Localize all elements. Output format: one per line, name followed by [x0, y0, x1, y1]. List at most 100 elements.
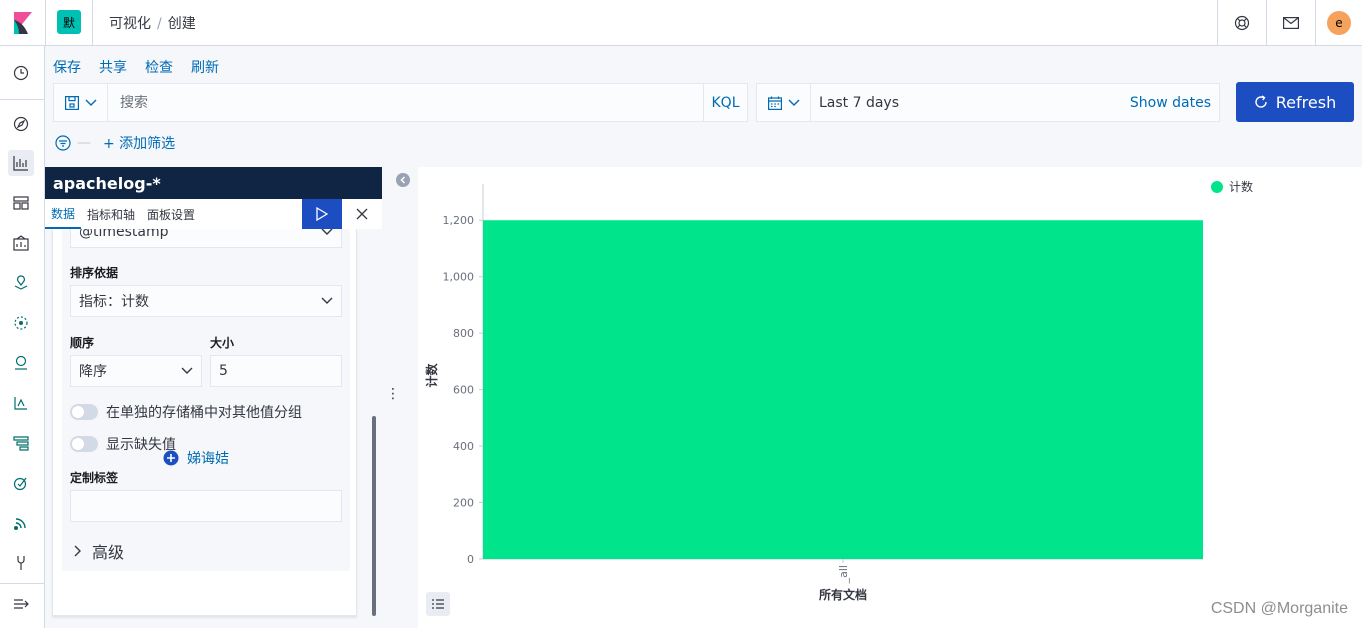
breadcrumb: 可视化 / 创建 [109, 13, 196, 33]
breadcrumb-create: 创建 [167, 16, 196, 32]
chevron-down-icon [321, 297, 333, 304]
space-avatar[interactable]: 默 [57, 10, 81, 34]
kibana-logo-icon [13, 12, 32, 34]
discard-button[interactable] [342, 199, 382, 229]
apply-changes-button[interactable] [302, 199, 342, 229]
collapse-nav-icon[interactable] [8, 591, 34, 617]
user-menu-button[interactable]: e [1315, 0, 1362, 46]
nav-divider [0, 99, 45, 100]
y-tick-label: 1,000 [443, 271, 475, 284]
kibana-logo[interactable] [0, 0, 46, 46]
recent-icon[interactable] [8, 60, 34, 86]
bar-chart: 0 200 400 600 800 1,000 1,200 _all 计数所有文档 计数 [424, 179, 1253, 602]
editor-scrollbar[interactable] [372, 416, 376, 616]
header-divider [92, 0, 93, 46]
tab-metrics-axes[interactable]: 指标和轴 [81, 199, 141, 229]
add-aggregation-button[interactable]: 娣诲姞 [163, 448, 229, 468]
y-tick-label: 400 [453, 440, 474, 453]
logs-icon[interactable] [8, 390, 34, 416]
order-select[interactable]: 降序 [70, 355, 202, 387]
left-nav [0, 46, 45, 628]
chevron-down-icon [788, 99, 799, 106]
group-other-label: 在单独的存储桶中对其他值分组 [106, 405, 302, 421]
show-missing-switch[interactable] [70, 436, 98, 452]
date-picker: Last 7 days Show dates [756, 83, 1220, 122]
y-axis-title: 计数 [424, 363, 439, 388]
saved-query-button[interactable] [54, 84, 108, 121]
uptime-icon[interactable] [8, 470, 34, 496]
breadcrumb-separator: / [157, 16, 162, 32]
menu-inspect[interactable]: 检查 [145, 57, 173, 77]
apm-icon[interactable] [8, 430, 34, 456]
filter-bar: — + 添加筛选 [55, 133, 175, 153]
collapse-sidebar-button[interactable] [396, 173, 410, 187]
filter-divider: — [77, 135, 91, 151]
y-tick-label: 600 [453, 384, 474, 397]
siem-icon[interactable] [8, 510, 34, 536]
ml-icon[interactable] [8, 310, 34, 336]
breadcrumb-visualize[interactable]: 可视化 [109, 16, 151, 32]
chevron-down-icon [321, 229, 333, 235]
dev-tools-icon[interactable] [8, 550, 34, 576]
discover-compass-icon[interactable] [8, 111, 34, 137]
legend-swatch [1211, 181, 1223, 193]
size-label: 大小 [210, 336, 235, 350]
dashboard-icon[interactable] [8, 190, 34, 216]
mail-icon [1283, 17, 1299, 29]
chevron-down-icon [181, 367, 193, 374]
help-button[interactable] [1217, 0, 1266, 46]
add-aggregation-label: 娣诲姞 [187, 451, 229, 467]
y-tick-label: 1,200 [443, 214, 475, 227]
resize-handle[interactable]: ⋮ [386, 386, 400, 402]
metrics-icon[interactable] [8, 350, 34, 376]
play-icon [316, 207, 328, 221]
query-bar: KQL [53, 83, 748, 122]
legend-label: 计数 [1229, 179, 1253, 194]
group-other-switch[interactable] [70, 404, 98, 420]
show-dates-button[interactable]: Show dates [1130, 84, 1219, 121]
y-tick-label: 800 [453, 327, 474, 340]
bucket-settings: @timestamp 排序依据 指标：计数 顺序 降序 大小 5 在单独的存储桶… [62, 229, 350, 571]
y-tick-label: 0 [467, 553, 474, 566]
menu-refresh[interactable]: 刷新 [191, 57, 219, 77]
refresh-label: Refresh [1275, 92, 1337, 112]
field-select[interactable]: @timestamp [70, 229, 342, 248]
search-input[interactable] [108, 84, 703, 121]
order-label: 顺序 [70, 336, 95, 350]
order-by-select[interactable]: 指标：计数 [70, 285, 342, 317]
menu-save[interactable]: 保存 [53, 57, 81, 77]
advanced-toggle[interactable]: 高级 [74, 539, 124, 563]
index-pattern-name: apachelog-* [53, 173, 161, 193]
close-icon [356, 208, 368, 220]
plus-circle-icon [163, 450, 179, 466]
arrow-left-icon [400, 176, 406, 184]
order-value: 降序 [79, 364, 107, 380]
quick-menu-button[interactable] [757, 84, 811, 121]
size-value: 5 [219, 363, 228, 379]
kql-toggle-button[interactable]: KQL [703, 84, 747, 121]
canvas-icon[interactable] [8, 230, 34, 256]
visualize-icon[interactable] [8, 150, 34, 176]
custom-label-input[interactable] [70, 490, 342, 522]
tab-data[interactable]: 数据 [45, 199, 82, 229]
refresh-button[interactable]: Refresh [1236, 82, 1354, 122]
maps-icon[interactable] [8, 270, 34, 296]
chevron-down-icon [85, 99, 96, 106]
filter-icon[interactable] [55, 135, 71, 151]
menu-share[interactable]: 共享 [99, 57, 127, 77]
x-axis-title: 所有文档 [819, 587, 867, 602]
nav-divider [0, 583, 45, 584]
advanced-label: 高级 [92, 543, 125, 562]
order-by-value: 指标：计数 [79, 294, 149, 310]
add-filter-button[interactable]: + 添加筛选 [103, 133, 175, 153]
legend-toggle-button[interactable] [426, 592, 450, 616]
date-range-value[interactable]: Last 7 days [811, 84, 1130, 121]
user-avatar: e [1327, 11, 1351, 35]
tab-panel-settings[interactable]: 面板设置 [141, 199, 201, 229]
size-input[interactable]: 5 [210, 355, 342, 387]
y-tick-label: 200 [453, 497, 474, 510]
bar [483, 220, 1203, 559]
visualization-panel: 0 200 400 600 800 1,000 1,200 _all 计数 所有文档 计数 [418, 167, 1362, 628]
refresh-icon [1255, 95, 1267, 108]
newsfeed-button[interactable] [1266, 0, 1315, 46]
